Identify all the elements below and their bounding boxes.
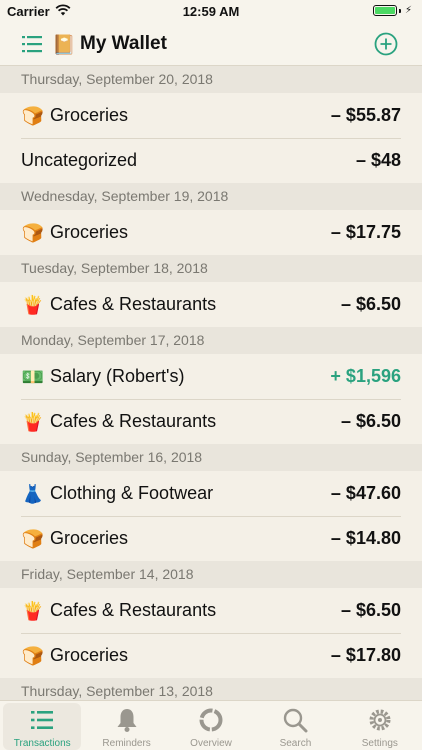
transaction-row[interactable]: 🍟 Cafes & Restaurants – $6.50 xyxy=(0,588,422,633)
tab-search[interactable]: Search xyxy=(253,701,337,750)
date-header: Tuesday, September 18, 2018 xyxy=(0,255,422,282)
transaction-category: Cafes & Restaurants xyxy=(50,294,217,314)
battery-icon: ⚡ xyxy=(372,5,412,16)
date-header: Friday, September 14, 2018 xyxy=(0,561,422,588)
search-icon xyxy=(284,708,308,733)
bread-icon: 🍞 xyxy=(21,222,45,243)
transaction-amount: – $17.80 xyxy=(330,645,401,665)
transaction-category: Cafes & Restaurants xyxy=(50,411,217,431)
gear-icon xyxy=(369,709,391,731)
fries-icon: 🍟 xyxy=(21,294,45,315)
transaction-amount: – $48 xyxy=(355,150,401,170)
nav-bar: 📔 My Wallet xyxy=(0,22,422,66)
pie-icon xyxy=(199,708,223,732)
date-header: Thursday, September 20, 2018 xyxy=(0,66,422,93)
transaction-amount: – $17.75 xyxy=(330,222,401,242)
tab-transactions[interactable]: Transactions xyxy=(0,701,84,750)
tab-settings[interactable]: Settings xyxy=(338,701,422,750)
tab-bar: Transactions Reminders Overview Search S… xyxy=(0,700,422,750)
transaction-row[interactable]: 👗 Clothing & Footwear – $47.60 xyxy=(0,471,422,516)
transaction-category: Groceries xyxy=(50,105,129,125)
transaction-amount: – $6.50 xyxy=(340,294,401,314)
transaction-category: Groceries xyxy=(50,528,129,548)
bread-icon: 🍞 xyxy=(21,105,45,126)
transaction-category: Uncategorized xyxy=(21,150,138,170)
fries-icon: 🍟 xyxy=(21,411,45,432)
transaction-row[interactable]: 🍞 Groceries – $55.87 xyxy=(0,93,422,138)
bell-icon xyxy=(117,709,137,732)
date-header: Wednesday, September 19, 2018 xyxy=(0,183,422,210)
transaction-amount: + $1,596 xyxy=(330,366,401,386)
tab-overview[interactable]: Overview xyxy=(169,701,253,750)
transaction-category: Salary (Robert's) xyxy=(50,366,185,386)
tab-label: Reminders xyxy=(102,738,151,749)
dress-icon: 👗 xyxy=(21,483,45,504)
transaction-row[interactable]: 🍞 Groceries – $17.80 xyxy=(0,633,422,678)
status-bar: Carrier 12:59 AM ⚡ xyxy=(0,0,422,22)
date-header: Sunday, September 16, 2018 xyxy=(0,444,422,471)
clock: 12:59 AM xyxy=(182,4,240,19)
bread-icon: 🍞 xyxy=(21,645,45,666)
transaction-amount: – $47.60 xyxy=(330,483,401,503)
transaction-amount: – $14.80 xyxy=(330,528,401,548)
tab-reminders[interactable]: Reminders xyxy=(84,701,168,750)
transaction-list[interactable]: Thursday, September 20, 2018 🍞 Groceries… xyxy=(0,66,422,700)
transaction-row[interactable]: 🍞 Groceries – $17.75 xyxy=(0,210,422,255)
list-icon xyxy=(31,711,54,729)
menu-icon[interactable] xyxy=(22,35,42,53)
add-transaction-icon[interactable] xyxy=(374,32,398,56)
transaction-amount: – $6.50 xyxy=(340,411,401,431)
transaction-row[interactable]: 🍟 Cafes & Restaurants – $6.50 xyxy=(0,282,422,327)
transaction-category: Groceries xyxy=(50,645,129,665)
transaction-amount: – $6.50 xyxy=(340,600,401,620)
transaction-row[interactable]: 🍟 Cafes & Restaurants – $6.50 xyxy=(0,399,422,444)
bread-icon: 🍞 xyxy=(21,528,45,549)
banknote-icon: 💵 xyxy=(21,366,45,387)
wallet-icon[interactable]: 📔 xyxy=(52,33,76,57)
date-header: Thursday, September 13, 2018 xyxy=(0,678,422,700)
transaction-row[interactable]: 🍞 Groceries – $14.80 xyxy=(0,516,422,561)
tab-label: Settings xyxy=(361,738,398,749)
page-title[interactable]: My Wallet xyxy=(80,33,167,55)
transaction-amount: – $55.87 xyxy=(330,105,401,125)
tab-label: Search xyxy=(279,738,312,749)
transaction-row[interactable]: 💵 Salary (Robert's) + $1,596 xyxy=(0,354,422,399)
transaction-category: Clothing & Footwear xyxy=(50,483,214,503)
fries-icon: 🍟 xyxy=(21,600,45,621)
transaction-category: Cafes & Restaurants xyxy=(50,600,217,620)
transaction-row[interactable]: Uncategorized – $48 xyxy=(0,138,422,183)
transaction-category: Groceries xyxy=(50,222,129,242)
tab-label: Overview xyxy=(190,738,232,749)
date-header: Monday, September 17, 2018 xyxy=(0,327,422,354)
tab-label: Transactions xyxy=(13,738,71,749)
